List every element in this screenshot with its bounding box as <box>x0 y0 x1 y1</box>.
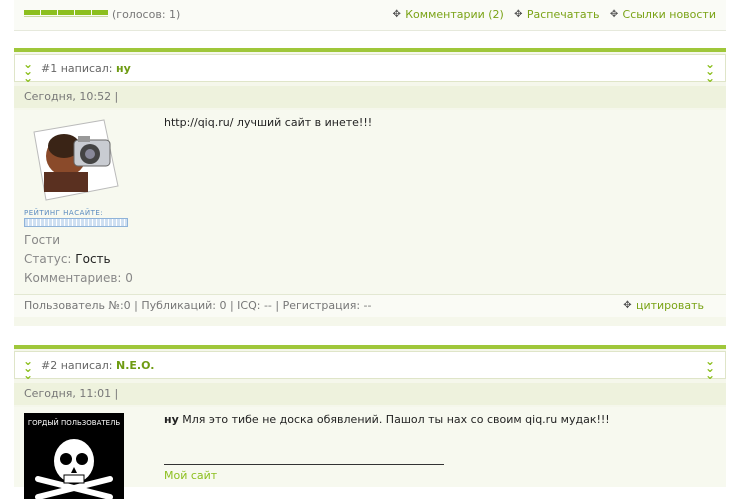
comment-body: РЕЙТИНГ НАСАЙТЕ: Гости Статус: Гость Ком… <box>14 110 726 294</box>
news-links-link[interactable]: ✥ Ссылки новости <box>610 8 716 21</box>
comment-date: Сегодня, 11:01 | <box>14 383 726 405</box>
user-status: Статус: Гость <box>24 252 111 266</box>
user-rating-meter <box>24 218 128 227</box>
comment-top-line <box>14 345 726 349</box>
comments-link-label: Комментарии (2) <box>405 8 504 21</box>
comment-top-line <box>14 48 726 52</box>
chevron-icon: ⌄ ⌄ ⌄ <box>23 354 34 382</box>
comment-number: #2 <box>41 359 58 372</box>
user-stats: Пользователь №:0 | Публикаций: 0 | ICQ: … <box>24 299 372 312</box>
star-rating[interactable] <box>24 10 108 15</box>
plus-icon: ✥ <box>392 9 401 20</box>
user-rating-label: РЕЙТИНГ НАСАЙТЕ: <box>24 209 104 217</box>
print-link-label: Распечатать <box>526 8 600 21</box>
comment-2: ⌄ ⌄ ⌄ #2 написал: N.E.O. ⌄ ⌄ ⌄ Сегодня, 11:0… <box>14 345 726 499</box>
comment-text: ну Мля это тибе не доска обявлений. Пашо… <box>164 413 610 426</box>
star-4[interactable] <box>75 10 91 15</box>
comments-link[interactable]: ✥ Комментарии (2) <box>392 8 504 21</box>
comment-title: #1 написал: ну <box>41 62 131 75</box>
chevron-icon: ⌄ ⌄ ⌄ <box>705 354 716 382</box>
comment-author[interactable]: N.E.O. <box>116 359 154 372</box>
avatar <box>24 116 128 202</box>
comment-author[interactable]: ну <box>116 62 131 75</box>
avatar: ГОРДЫЙ ПОЛЬЗОВАТЕЛЬ <box>24 413 124 499</box>
comment-1: ⌄ ⌄ ⌄ #1 написал: ну ⌄ ⌄ ⌄ Сегодня, 10:52 | … <box>14 48 726 326</box>
comment-number: #1 <box>41 62 58 75</box>
quoted-author: ну <box>164 413 179 426</box>
status-label: Статус: <box>24 252 72 266</box>
quote-label: цитировать <box>635 299 704 312</box>
comment-wrote: написал: <box>60 359 113 372</box>
plus-icon: ✥ <box>514 9 523 20</box>
comment-wrote: написал: <box>60 62 113 75</box>
star-2[interactable] <box>41 10 57 15</box>
star-underline <box>24 16 108 17</box>
chevron-icon: ⌄ ⌄ ⌄ <box>705 57 716 85</box>
avatar-caption: ГОРДЫЙ ПОЛЬЗОВАТЕЛЬ <box>28 418 120 427</box>
chevron-icon: ⌄ ⌄ ⌄ <box>23 57 34 85</box>
comment-header: ⌄ ⌄ ⌄ #2 написал: N.E.O. ⌄ ⌄ ⌄ <box>14 351 726 382</box>
votes-count: (голосов: 1) <box>112 8 181 21</box>
star-5[interactable] <box>92 10 108 15</box>
star-3[interactable] <box>58 10 74 15</box>
status-value: Гость <box>75 252 111 266</box>
rating-panel: (голосов: 1) ✥ Комментарии (2) ✥ Распечата… <box>14 0 726 31</box>
comment-title: #2 написал: N.E.O. <box>41 359 154 372</box>
print-link[interactable]: ✥ Распечатать <box>514 8 600 21</box>
plus-icon: ✥ <box>623 300 632 311</box>
comment-message: Мля это тибе не доска обявлений. Пашол т… <box>182 413 610 426</box>
news-links-label: Ссылки новости <box>622 8 716 21</box>
plus-icon: ✥ <box>609 9 619 20</box>
comment-header: ⌄ ⌄ ⌄ #1 написал: ну ⌄ ⌄ ⌄ <box>14 54 726 85</box>
quote-button[interactable]: ✥ цитировать <box>623 295 704 317</box>
rating-strip: (голосов: 1) ✥ Комментарии (2) ✥ Распечата… <box>0 0 730 40</box>
comment-footer: Пользователь №:0 | Публикаций: 0 | ICQ: … <box>14 294 726 317</box>
signature-divider <box>164 464 444 465</box>
news-links: ✥ Комментарии (2) ✥ Распечатать ✥ Ссылки но… <box>392 8 716 21</box>
user-group: Гости <box>24 233 61 247</box>
user-comments-count: Комментариев: 0 <box>24 271 133 285</box>
comment-date: Сегодня, 10:52 | <box>14 86 726 108</box>
comment-body: ГОРДЫЙ ПОЛЬЗОВАТЕЛЬ ну Мля это тибе не д… <box>14 407 726 499</box>
signature-link[interactable]: Мой сайт <box>164 469 217 482</box>
comment-text: http://qiq.ru/ лучший сайт в инете!!! <box>164 116 373 129</box>
star-1[interactable] <box>24 10 40 15</box>
